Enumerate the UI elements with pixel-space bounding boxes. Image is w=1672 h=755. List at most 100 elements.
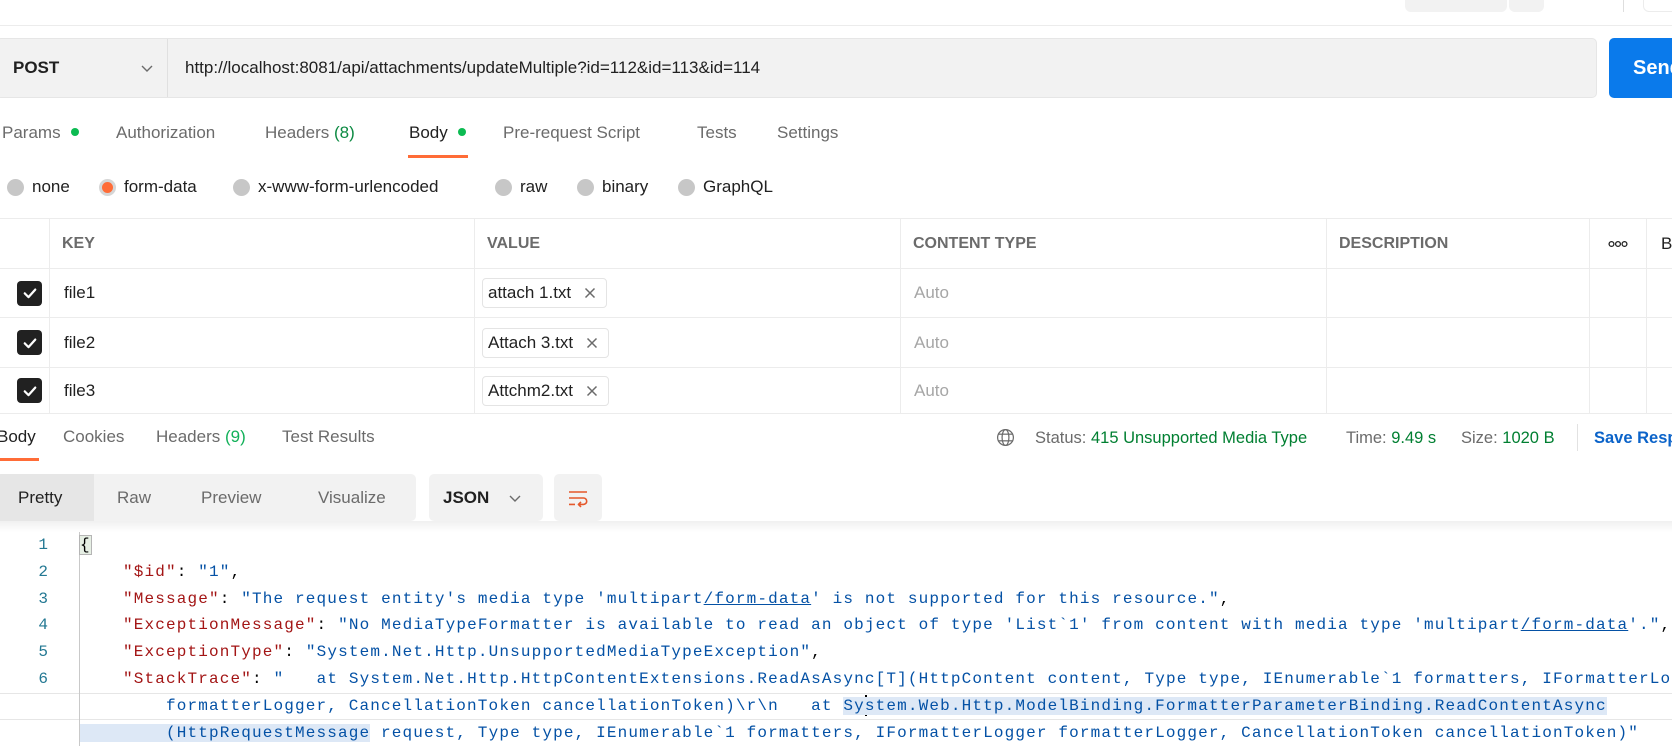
code-token-punctuation bbox=[80, 670, 123, 688]
time-label: Time: bbox=[1346, 429, 1387, 447]
radio-none[interactable] bbox=[7, 179, 24, 196]
remove-file-icon[interactable] bbox=[584, 287, 596, 299]
row-options-cell bbox=[1590, 269, 1647, 317]
key-cell[interactable]: file3 bbox=[50, 368, 475, 413]
toolbar-dropdown-button[interactable] bbox=[1509, 0, 1544, 12]
code-token-string: formatterLogger, CancellationToken cance… bbox=[166, 696, 844, 715]
response-tab-body[interactable]: Body bbox=[0, 427, 36, 447]
description-cell[interactable] bbox=[1327, 269, 1590, 317]
view-mode-raw[interactable]: Raw bbox=[117, 474, 151, 521]
remove-file-icon[interactable] bbox=[586, 337, 598, 349]
radio-label-form-data[interactable]: form-data bbox=[124, 177, 197, 197]
bulk-edit-button[interactable]: Bulk Edit bbox=[1647, 219, 1672, 268]
radio-label-graphql[interactable]: GraphQL bbox=[703, 177, 773, 197]
radio-form-data[interactable] bbox=[99, 179, 116, 196]
method-select[interactable]: POST bbox=[0, 39, 168, 97]
line-number: 6 bbox=[0, 665, 80, 693]
radio-label-x-www-form-urlencoded[interactable]: x-www-form-urlencoded bbox=[258, 177, 438, 197]
remove-file-icon[interactable] bbox=[586, 385, 598, 397]
code-line: 6 "StackTrace": " at System.Net.Http.Htt… bbox=[0, 665, 1672, 693]
active-dot-icon bbox=[457, 128, 466, 136]
table-header-row: KEY VALUE CONTENT TYPE DESCRIPTION Bulk … bbox=[0, 219, 1672, 269]
response-status[interactable]: Status: 415 Unsupported Media Type bbox=[1035, 428, 1307, 448]
code-text: "StackTrace": " at System.Net.Http.HttpC… bbox=[80, 666, 1672, 693]
radio-raw[interactable] bbox=[495, 179, 512, 196]
code-token-punctuation bbox=[80, 590, 123, 608]
code-token-punctuation: : bbox=[316, 616, 339, 635]
row-enabled-checkbox[interactable] bbox=[17, 280, 42, 306]
response-body-editor[interactable]: 1{2 "$id": "1", 3 "Message": "The request… bbox=[0, 532, 1672, 747]
tab-authorization[interactable]: Authorization bbox=[116, 123, 215, 143]
description-cell[interactable] bbox=[1327, 368, 1590, 413]
response-time[interactable]: Time: 9.49 s bbox=[1346, 428, 1436, 448]
row-extra-cell bbox=[1647, 368, 1672, 413]
row-enabled-checkbox[interactable] bbox=[17, 330, 42, 355]
content-type-cell[interactable]: Auto bbox=[901, 269, 1327, 317]
tab-label: Headers bbox=[265, 123, 330, 142]
code-token-punctuation: , bbox=[1660, 616, 1672, 635]
view-mode-visualize[interactable]: Visualize bbox=[318, 474, 386, 521]
content-type-cell[interactable]: Auto bbox=[901, 318, 1327, 367]
radio-binary[interactable] bbox=[577, 179, 594, 196]
key-cell[interactable]: file1 bbox=[50, 269, 475, 317]
row-enabled-checkbox[interactable] bbox=[17, 378, 42, 403]
tab-settings[interactable]: Settings bbox=[777, 123, 838, 143]
code-token-punctuation: , bbox=[230, 562, 242, 581]
file-chip[interactable]: attach 1.txt bbox=[482, 278, 608, 308]
chevron-down-icon bbox=[508, 491, 522, 505]
tab-label: Params bbox=[2, 123, 61, 142]
code-token-string: '." bbox=[1628, 616, 1661, 635]
file-chip[interactable]: Attchm2.txt bbox=[482, 375, 610, 406]
line-number: 5 bbox=[0, 639, 80, 666]
radio-label-none[interactable]: none bbox=[32, 177, 70, 197]
file-chip[interactable]: Attach 3.txt bbox=[482, 327, 610, 358]
format-dropdown[interactable]: JSON bbox=[429, 474, 543, 521]
response-tab-cookies[interactable]: Cookies bbox=[63, 427, 124, 447]
code-token-string: ' is not supported for this resource." bbox=[811, 589, 1220, 608]
view-mode-pretty[interactable]: Pretty bbox=[18, 474, 62, 521]
response-size[interactable]: Size: 1020 B bbox=[1461, 428, 1555, 448]
code-token-link: /form-data bbox=[1520, 616, 1629, 635]
file-name: attach 1.txt bbox=[488, 283, 572, 302]
radio-label-raw[interactable]: raw bbox=[520, 177, 547, 197]
code-token-link: /form-data bbox=[703, 589, 812, 608]
tab-tests[interactable]: Tests bbox=[697, 123, 737, 143]
status-divider bbox=[1577, 424, 1578, 451]
time-value: 9.49 s bbox=[1391, 429, 1437, 447]
toolbar-outline-button[interactable] bbox=[1643, 0, 1672, 12]
save-response-button[interactable]: Save Response bbox=[1594, 428, 1672, 448]
key-cell[interactable]: file2 bbox=[50, 318, 475, 367]
tab-params[interactable]: Params bbox=[2, 123, 79, 143]
tab-body[interactable]: Body bbox=[409, 123, 466, 143]
tab-headers[interactable]: Headers (8) bbox=[265, 123, 355, 143]
radio-x-www-form-urlencoded[interactable] bbox=[233, 179, 250, 196]
column-header-content-type: CONTENT TYPE bbox=[901, 219, 1327, 268]
checkbox-cell bbox=[0, 269, 50, 317]
response-tab-headers[interactable]: Headers (9) bbox=[156, 427, 246, 447]
tab-pre-request-script[interactable]: Pre-request Script bbox=[503, 123, 640, 143]
content-type-cell[interactable]: Auto bbox=[901, 368, 1327, 413]
more-options-button[interactable] bbox=[1590, 219, 1647, 268]
code-token-string: "No MediaTypeFormatter is available to r… bbox=[338, 616, 1521, 635]
response-tab-test-results[interactable]: Test Results bbox=[282, 427, 375, 447]
description-cell[interactable] bbox=[1327, 318, 1590, 367]
send-button[interactable]: Send bbox=[1609, 38, 1672, 98]
url-input[interactable]: http://localhost:8081/api/attachments/up… bbox=[185, 39, 760, 97]
wrap-lines-button[interactable] bbox=[554, 474, 602, 521]
toolbar-button[interactable] bbox=[1405, 0, 1507, 12]
radio-graphql[interactable] bbox=[678, 179, 695, 196]
row-extra-cell bbox=[1647, 318, 1672, 367]
code-token-selected: (HttpRequestMessage bbox=[166, 723, 371, 742]
code-line: formatterLogger, CancellationToken cance… bbox=[0, 692, 1672, 720]
radio-label-binary[interactable]: binary bbox=[602, 177, 648, 197]
row-extra-cell bbox=[1647, 269, 1672, 317]
code-token-punctuation: : bbox=[176, 562, 199, 581]
code-text: formatterLogger, CancellationToken cance… bbox=[80, 693, 1607, 720]
view-mode-preview[interactable]: Preview bbox=[201, 474, 261, 521]
globe-icon[interactable] bbox=[996, 428, 1015, 447]
size-label: Size: bbox=[1461, 429, 1498, 447]
code-line: 5 "ExceptionType": "System.Net.Http.Unsu… bbox=[0, 639, 1672, 666]
chevron-down-icon bbox=[140, 61, 154, 75]
code-line: 3 "Message": "The request entity's media… bbox=[0, 585, 1672, 613]
code-text: { bbox=[79, 532, 92, 559]
